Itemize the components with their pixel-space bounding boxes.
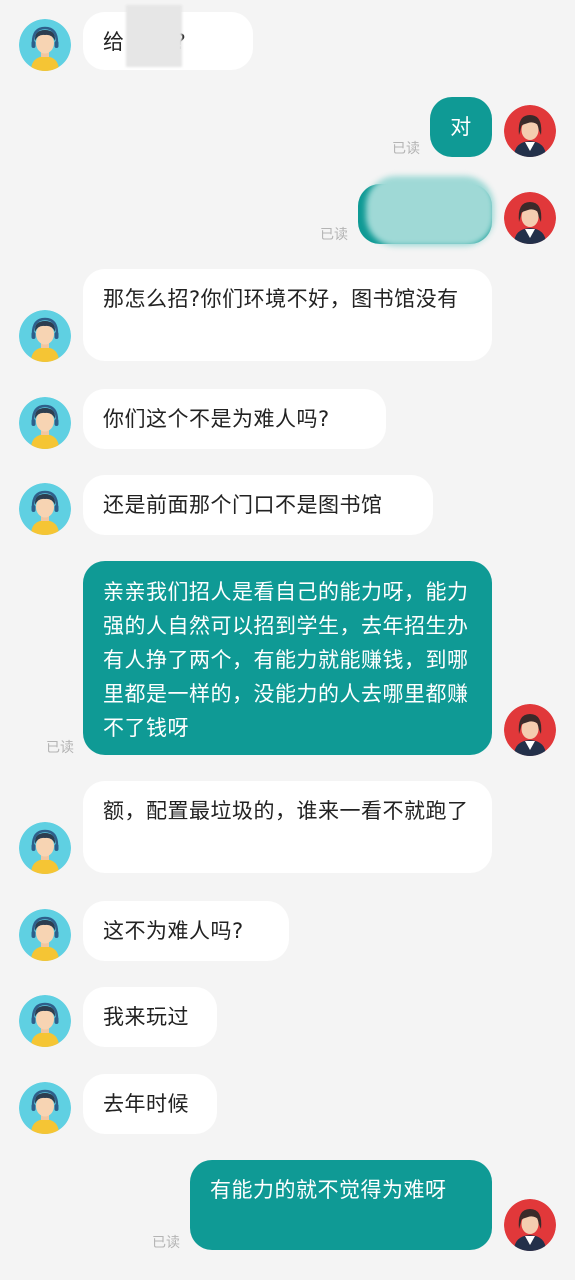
- redaction-blur: [366, 176, 494, 246]
- read-receipt: 已读: [320, 227, 348, 243]
- message-bubble[interactable]: 还是前面那个门口不是图书馆: [83, 475, 433, 535]
- read-receipt: 已读: [392, 141, 420, 157]
- message-bubble[interactable]: 亲亲我们招人是看自己的能力呀，能力强的人自然可以招到学生，去年招生办有人挣了两个…: [83, 561, 492, 755]
- contact-avatar[interactable]: [19, 909, 71, 961]
- contact-avatar[interactable]: [19, 19, 71, 71]
- contact-avatar[interactable]: [19, 822, 71, 874]
- user-avatar[interactable]: [504, 192, 556, 244]
- message-bubble[interactable]: 对: [430, 97, 492, 157]
- contact-avatar[interactable]: [19, 483, 71, 535]
- message-bubble[interactable]: 有能力的就不觉得为难呀: [190, 1160, 492, 1250]
- user-avatar[interactable]: [504, 105, 556, 157]
- contact-avatar[interactable]: [19, 397, 71, 449]
- contact-avatar[interactable]: [19, 1082, 71, 1134]
- user-avatar[interactable]: [504, 704, 556, 756]
- user-avatar[interactable]: [504, 1199, 556, 1251]
- redaction-blur: [126, 5, 182, 67]
- contact-avatar[interactable]: [19, 995, 71, 1047]
- message-bubble[interactable]: 你们这个不是为难人吗?: [83, 389, 386, 449]
- message-bubble[interactable]: 那怎么招?你们环境不好，图书馆没有: [83, 269, 492, 361]
- contact-avatar[interactable]: [19, 310, 71, 362]
- message-bubble[interactable]: 这不为难人吗?: [83, 901, 289, 961]
- message-bubble[interactable]: 去年时候: [83, 1074, 217, 1134]
- read-receipt: 已读: [152, 1235, 180, 1251]
- read-receipt: 已读: [46, 740, 74, 756]
- message-bubble[interactable]: 额，配置最垃圾的，谁来一看不就跑了: [83, 781, 492, 873]
- message-bubble[interactable]: 我来玩过: [83, 987, 217, 1047]
